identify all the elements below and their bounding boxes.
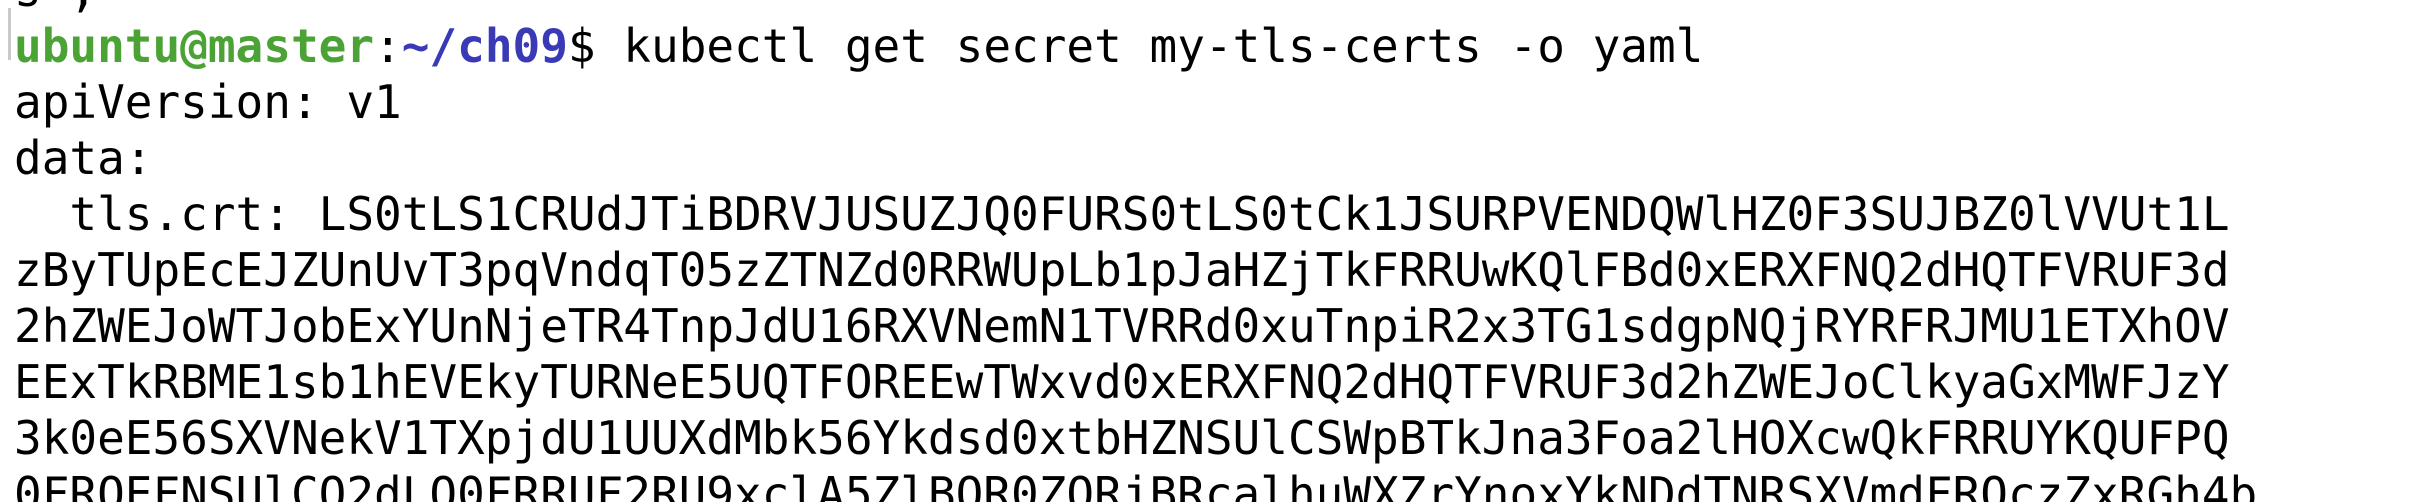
output-line: 0FROEFNSUlCQ2dLQ0FRRUF2RU9xclA5ZlBOR0ZOR… (14, 467, 2258, 502)
prompt-user-host: ubuntu@master (14, 19, 375, 73)
output-line: data: (14, 131, 153, 185)
output-line: apiVersion: v1 (14, 75, 402, 129)
scroll-marker (8, 8, 11, 60)
prompt-symbol: $ (567, 19, 596, 73)
output-line: 2hZWEJoWTJobExYUnNjeTR4TnpJdU16RXVNemN1T… (14, 299, 2230, 353)
output-line: EExTkRBME1sb1hEVEkyTURNeE5UQTFOREEwTWxvd… (14, 355, 2230, 409)
terminal-window[interactable]: s , ubuntu@master:~/ch09$ kubectl get se… (0, 0, 2416, 502)
partial-previous-line: s , (14, 0, 97, 18)
prompt-path: ~/ch09 (401, 19, 568, 73)
prompt-line: ubuntu@master:~/ch09$ kubectl get secret… (14, 18, 1703, 74)
output-line: 3k0eE56SXVNekV1TXpjdU1UUXdMbk56Ykdsd0xtb… (14, 411, 2230, 465)
output-line: zByTUpEcEJZUnUvT3pqVndqT05zZTNZd0RRWUpLb… (14, 243, 2230, 297)
command-text: kubectl get secret my-tls-certs -o yaml (595, 19, 1704, 73)
prompt-separator: : (374, 19, 402, 73)
output-line: tls.crt: LS0tLS1CRUdJTiBDRVJUSUZJQ0FURS0… (14, 187, 2230, 241)
